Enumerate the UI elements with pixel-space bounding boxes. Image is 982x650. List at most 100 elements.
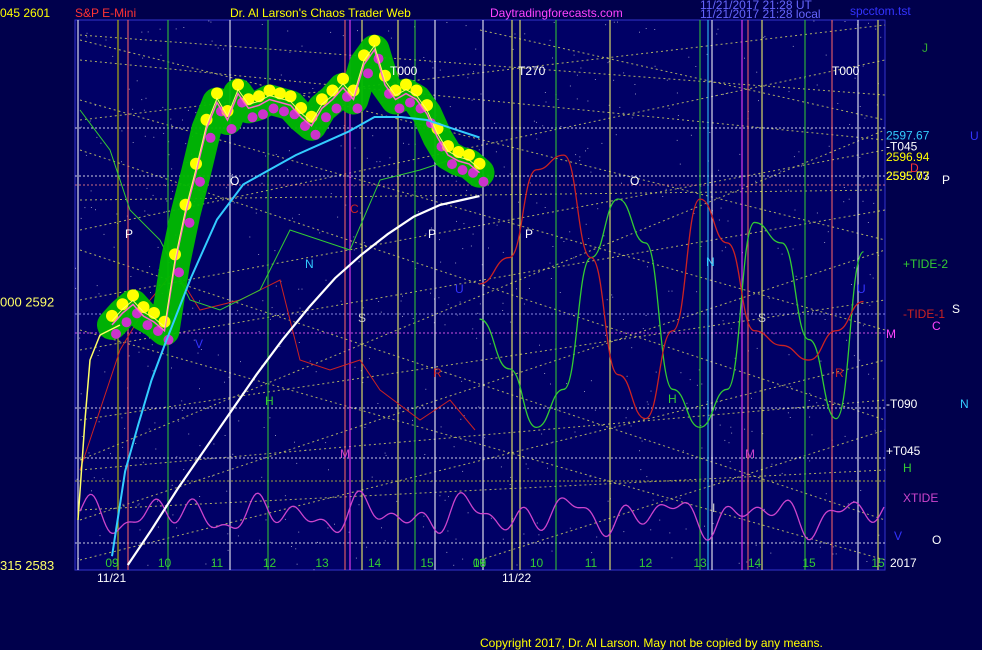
star-dot bbox=[812, 312, 813, 314]
star-dot bbox=[727, 220, 729, 222]
star-dot bbox=[862, 65, 864, 67]
star-dot bbox=[744, 57, 745, 59]
star-dot bbox=[859, 106, 861, 107]
star-dot bbox=[647, 403, 649, 405]
star-dot bbox=[820, 360, 822, 362]
star-dot bbox=[801, 165, 802, 167]
star-dot bbox=[284, 495, 286, 497]
star-dot bbox=[798, 151, 800, 153]
star-dot bbox=[525, 463, 527, 465]
x-day-label: 11/22 bbox=[502, 571, 531, 585]
star-dot bbox=[552, 441, 554, 443]
star-dot bbox=[810, 128, 812, 130]
star-dot bbox=[275, 154, 277, 155]
star-dot bbox=[199, 496, 201, 497]
site-link[interactable]: Daytradingforecasts.com bbox=[490, 6, 623, 20]
right-level-label: 2596.94 bbox=[886, 150, 930, 164]
star-dot bbox=[122, 503, 124, 505]
star-dot bbox=[359, 212, 361, 214]
line-letter-label: P bbox=[525, 227, 533, 241]
file-name: spcctom.tst bbox=[850, 4, 911, 18]
star-dot bbox=[601, 142, 603, 144]
star-dot bbox=[460, 418, 462, 420]
star-dot bbox=[205, 563, 207, 565]
star-dot bbox=[569, 527, 571, 529]
star-dot bbox=[233, 202, 235, 204]
star-dot bbox=[787, 412, 789, 414]
star-dot bbox=[566, 383, 568, 385]
star-dot bbox=[476, 337, 478, 339]
time-line-label: T000 bbox=[832, 64, 860, 78]
star-dot bbox=[462, 470, 464, 472]
star-dot bbox=[463, 223, 465, 225]
star-dot bbox=[874, 430, 876, 432]
star-dot bbox=[832, 553, 834, 555]
star-dot bbox=[265, 155, 266, 157]
star-dot bbox=[472, 233, 474, 235]
star-dot bbox=[626, 375, 628, 377]
star-dot bbox=[576, 98, 578, 100]
star-dot bbox=[197, 352, 199, 354]
star-dot bbox=[249, 236, 251, 238]
star-dot bbox=[465, 25, 467, 27]
star-dot bbox=[183, 418, 185, 420]
star-dot bbox=[162, 106, 164, 108]
star-dot bbox=[228, 376, 230, 378]
star-dot bbox=[816, 212, 818, 214]
star-dot bbox=[763, 508, 765, 510]
star-dot bbox=[430, 292, 431, 294]
star-dot bbox=[123, 506, 125, 508]
star-dot bbox=[730, 426, 732, 428]
price-high-dot bbox=[400, 78, 412, 91]
star-dot bbox=[455, 262, 457, 264]
star-dot bbox=[790, 386, 792, 388]
star-dot bbox=[340, 145, 342, 147]
price-high-dot bbox=[127, 289, 139, 302]
star-dot bbox=[631, 117, 633, 119]
star-dot bbox=[446, 551, 448, 553]
star-dot bbox=[809, 405, 811, 407]
star-dot bbox=[354, 366, 356, 368]
star-dot bbox=[75, 267, 76, 269]
star-dot bbox=[455, 538, 457, 540]
star-dot bbox=[573, 54, 575, 56]
planet-glyph-label: S bbox=[952, 302, 960, 316]
star-dot bbox=[659, 519, 661, 521]
timestamp-local: 11/21/2017 21:28 local bbox=[700, 7, 821, 21]
star-dot bbox=[721, 250, 723, 252]
star-dot bbox=[315, 371, 317, 373]
star-dot bbox=[261, 24, 263, 25]
star-dot bbox=[340, 300, 342, 302]
star-dot bbox=[423, 515, 425, 517]
star-dot bbox=[171, 484, 173, 486]
star-dot bbox=[141, 31, 143, 33]
star-dot bbox=[143, 109, 145, 111]
star-dot bbox=[869, 304, 871, 306]
star-dot bbox=[358, 261, 360, 263]
star-dot bbox=[542, 125, 544, 127]
star-dot bbox=[872, 277, 874, 279]
star-dot bbox=[795, 275, 797, 277]
star-dot bbox=[449, 106, 451, 108]
star-dot bbox=[860, 490, 862, 491]
star-dot bbox=[662, 196, 664, 197]
star-dot bbox=[309, 360, 311, 362]
star-dot bbox=[122, 446, 124, 448]
star-dot bbox=[873, 202, 875, 204]
star-dot bbox=[793, 156, 795, 158]
star-dot bbox=[447, 530, 449, 532]
star-dot bbox=[440, 261, 442, 263]
price-low-dot bbox=[363, 68, 373, 79]
star-dot bbox=[478, 149, 480, 151]
star-dot bbox=[701, 447, 703, 449]
price-low-dot bbox=[279, 106, 289, 117]
price-low-dot bbox=[205, 132, 216, 143]
star-dot bbox=[459, 301, 461, 303]
star-dot bbox=[112, 55, 114, 57]
star-dot bbox=[859, 359, 861, 361]
star-dot bbox=[621, 182, 622, 184]
star-dot bbox=[142, 57, 144, 59]
star-dot bbox=[859, 157, 861, 158]
price-high-dot bbox=[316, 93, 328, 106]
star-dot bbox=[549, 262, 551, 264]
